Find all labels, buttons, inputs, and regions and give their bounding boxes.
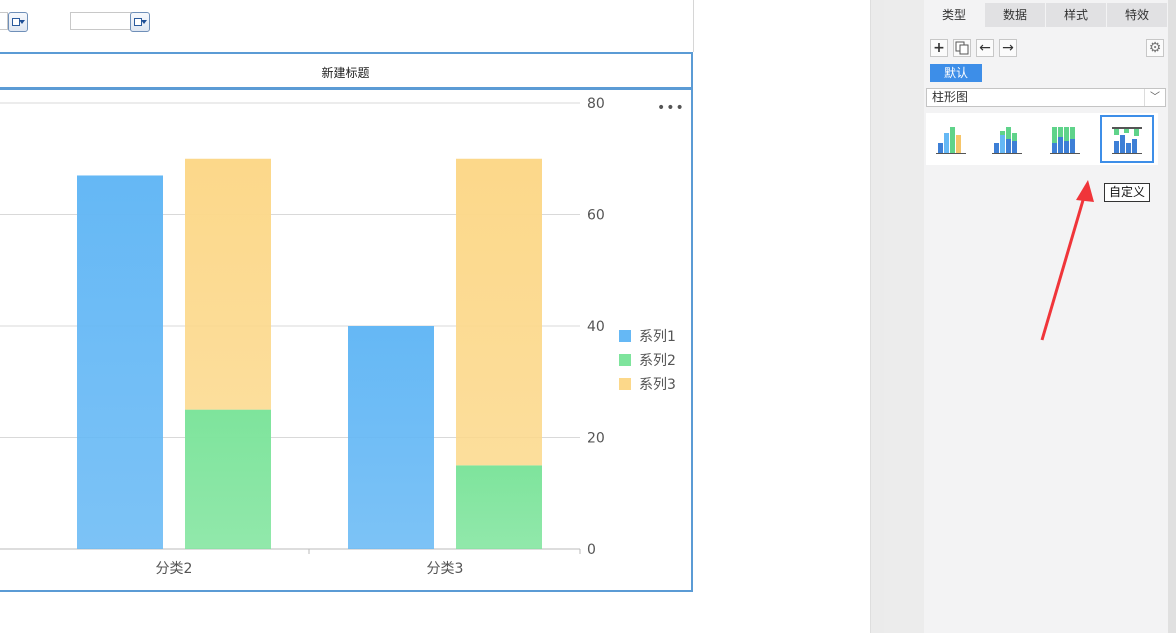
legend-item[interactable]: 系列2: [619, 348, 676, 372]
chart-type-select-value: 柱形图: [932, 90, 969, 104]
arrow-right-icon[interactable]: →: [999, 39, 1017, 57]
legend-item[interactable]: 系列3: [619, 372, 676, 396]
tab-effects[interactable]: 特效: [1107, 3, 1168, 27]
stacked-bar-thumb[interactable]: [984, 115, 1038, 163]
chevron-down-icon[interactable]: ﹀: [1144, 89, 1165, 106]
legend-swatch: [619, 330, 631, 342]
tab-style[interactable]: 样式: [1046, 3, 1107, 27]
bar-系列1-分类2: [77, 175, 163, 549]
panel-gutter: [870, 0, 885, 633]
annotation-arrow: [1040, 180, 1094, 341]
y-tick-label: 60: [587, 208, 605, 224]
chart-legend: 系列1 系列2 系列3: [619, 324, 676, 396]
default-chart-tag[interactable]: 默认: [930, 64, 982, 82]
legend-swatch: [619, 354, 631, 366]
panel-tabs: 类型 数据 样式 特效: [924, 3, 1168, 28]
chart-type-select[interactable]: 柱形图 ﹀: [926, 88, 1166, 107]
legend-item[interactable]: 系列1: [619, 324, 676, 348]
copy-icon[interactable]: [953, 39, 971, 57]
legend-swatch: [619, 378, 631, 390]
percent-stacked-bar-thumb[interactable]: [1042, 115, 1096, 163]
x-tick-label: 分类2: [156, 561, 193, 577]
bar-chart: 0 20 40 60 80 分类2 分类3: [0, 96, 605, 577]
tab-data[interactable]: 数据: [985, 3, 1046, 27]
custom-bar-thumb[interactable]: [1100, 115, 1154, 163]
bar-系列1-分类3: [348, 326, 434, 549]
y-tick-label: 80: [587, 96, 605, 112]
panel-scrollbar[interactable]: [1168, 0, 1176, 633]
clustered-bar-thumb[interactable]: [926, 115, 980, 163]
y-tick-label: 40: [587, 319, 605, 335]
design-canvas: 新建标题 0 20 40 60 80 分类2 分类3 ••• 系列1 系列2 系列3: [0, 0, 870, 633]
y-tick-label: 0: [587, 542, 596, 558]
y-tick-label: 20: [587, 431, 605, 447]
x-tick-label: 分类3: [427, 561, 464, 577]
add-icon[interactable]: +: [930, 39, 948, 57]
more-horizontal-icon[interactable]: •••: [657, 101, 685, 115]
chart-style-thumbnails: [926, 113, 1158, 165]
panel-spacer: [884, 0, 924, 633]
gear-icon[interactable]: ⚙: [1146, 39, 1164, 57]
legend-label: 系列3: [639, 377, 676, 393]
bar-系列3-分类2: [185, 158, 271, 410]
bar-系列2-分类2: [185, 409, 271, 549]
tab-type[interactable]: 类型: [924, 3, 985, 27]
bar-系列3-分类3: [456, 158, 542, 466]
arrow-left-icon[interactable]: ←: [976, 39, 994, 57]
thumbnail-tooltip: 自定义: [1104, 183, 1151, 202]
bar-系列2-分类3: [456, 465, 542, 549]
legend-label: 系列2: [639, 353, 676, 369]
legend-label: 系列1: [639, 329, 676, 345]
